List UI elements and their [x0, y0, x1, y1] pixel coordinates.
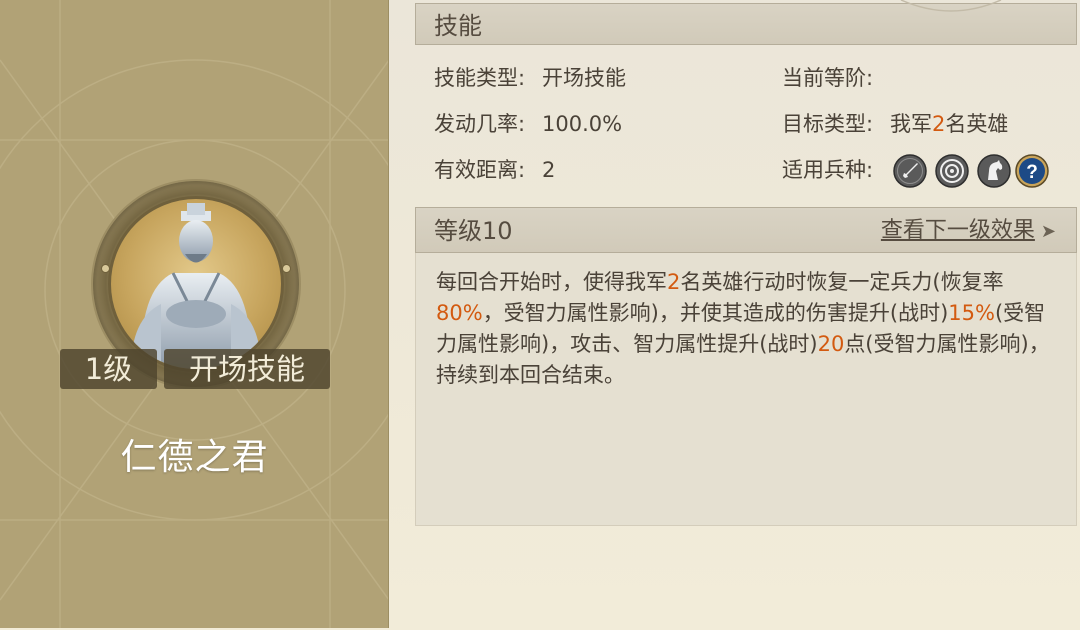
trigger-rate-label: 发动几率:: [434, 112, 526, 136]
skill-level-title: 等级10: [434, 217, 513, 245]
troop-type-label: 适用兵种:: [782, 158, 874, 182]
target-type-label: 目标类型:: [782, 112, 874, 136]
target-type-value: 我军2名英雄: [890, 109, 1008, 139]
view-next-level-link[interactable]: 查看下一级效果 ➤: [881, 208, 1056, 255]
current-rank-label: 当前等阶:: [782, 66, 874, 90]
desc-text: 名英雄行动时恢复一定兵力(恢复率: [680, 270, 1004, 294]
skill-description: 每回合开始时，使得我军2名英雄行动时恢复一定兵力(恢复率 80%，受智力属性影响)…: [436, 267, 1056, 391]
header-ornament: [900, 0, 1002, 12]
desc-value: 80%: [436, 301, 483, 325]
target-prefix: 我军: [890, 112, 932, 136]
effective-range-label: 有效距离:: [434, 158, 526, 182]
skill-name: 仁德之君: [120, 437, 269, 478]
frame-ornament: [282, 264, 291, 273]
skill-description-box: 每回合开始时，使得我军2名英雄行动时恢复一定兵力(恢复率 80%，受智力属性影响)…: [415, 253, 1077, 526]
desc-value: 2: [667, 270, 681, 294]
desc-text: ，受智力属性影响)，并使其造成的伤害提升(战时): [482, 301, 949, 325]
archer-target-icon[interactable]: [935, 154, 969, 188]
skill-type-badge: 开场技能: [164, 349, 330, 389]
infantry-sword-icon[interactable]: [893, 154, 927, 188]
skill-section-title: 技能: [434, 12, 482, 40]
desc-value: 15%: [948, 301, 995, 325]
desc-value: 20: [817, 332, 845, 356]
skill-level-badge: 1级: [60, 349, 157, 389]
next-arrow-icon[interactable]: ➤: [1041, 209, 1056, 255]
hero-portrait-icon: [108, 196, 284, 372]
effective-range-value: 2: [542, 158, 556, 182]
skill-type-value: 开场技能: [542, 66, 626, 90]
svg-text:?: ?: [1026, 162, 1038, 183]
desc-text: 每回合开始时，使得我军: [436, 270, 667, 294]
cavalry-horse-icon[interactable]: [977, 154, 1011, 188]
skill-level-bar: 等级10 查看下一级效果 ➤: [415, 207, 1077, 253]
skill-type-label: 技能类型:: [434, 66, 526, 90]
target-suffix: 名英雄: [945, 112, 1009, 136]
trigger-rate-value: 100.0%: [542, 112, 623, 136]
target-count: 2: [932, 112, 946, 136]
hero-skill-card: 1级 开场技能 仁德之君: [0, 0, 389, 628]
skill-section-header: 技能: [415, 0, 1077, 45]
unknown-question-icon[interactable]: ?: [1015, 154, 1049, 188]
next-level-link-text[interactable]: 查看下一级效果: [881, 218, 1035, 243]
